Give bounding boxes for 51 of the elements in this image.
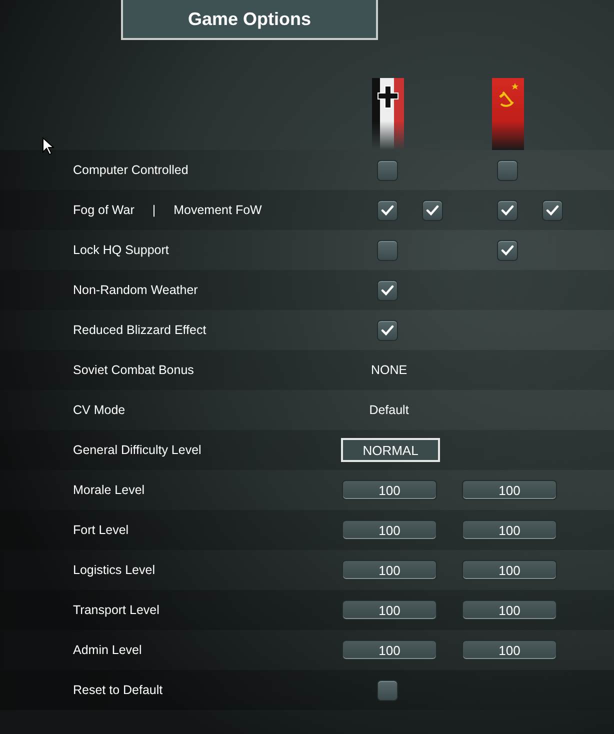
checkbox[interactable] — [377, 160, 398, 180]
mouse-cursor-icon — [42, 137, 54, 155]
checkbox[interactable] — [497, 200, 518, 220]
check-icon — [501, 204, 514, 216]
iron-cross-flag-icon — [372, 78, 404, 150]
option-label: Fog of War — [73, 203, 134, 217]
level-field[interactable]: 100 — [462, 480, 557, 500]
option-label: | — [152, 203, 156, 217]
checkbox[interactable] — [497, 240, 518, 260]
level-field[interactable]: 100 — [342, 640, 437, 660]
level-field[interactable]: 100 — [462, 640, 557, 660]
check-icon — [381, 324, 394, 336]
checkbox[interactable] — [542, 200, 563, 220]
level-field[interactable]: 100 — [462, 520, 557, 540]
checkbox[interactable] — [497, 160, 518, 180]
option-label: Transport Level — [73, 603, 160, 617]
option-label: Computer Controlled — [73, 163, 188, 177]
check-icon — [381, 204, 394, 216]
option-label: General Difficulty Level — [73, 443, 202, 457]
checkbox[interactable] — [377, 320, 398, 340]
check-icon — [426, 204, 439, 216]
option-label: Admin Level — [73, 643, 142, 657]
option-value: Default — [368, 403, 410, 417]
option-label: Movement FoW — [174, 203, 262, 217]
checkbox[interactable] — [377, 240, 398, 260]
option-value: NONE — [370, 363, 408, 377]
level-field[interactable]: 100 — [462, 600, 557, 620]
window-title: Game Options — [121, 0, 378, 40]
level-field[interactable]: 100 — [342, 560, 437, 580]
level-field[interactable]: 100 — [342, 480, 437, 500]
level-field[interactable]: 100 — [462, 560, 557, 580]
level-field[interactable]: 100 — [342, 600, 437, 620]
checkbox[interactable] — [377, 280, 398, 300]
hammer-sickle-flag-icon — [492, 78, 524, 150]
option-label: Reset to Default — [73, 683, 163, 697]
checkbox[interactable] — [377, 680, 398, 700]
option-label: Reduced Blizzard Effect — [73, 323, 206, 337]
option-label: CV Mode — [73, 403, 126, 417]
option-label: Logistics Level — [73, 563, 155, 577]
option-label: Soviet Combat Bonus — [73, 363, 194, 377]
check-icon — [546, 204, 559, 216]
option-label: Non-Random Weather — [73, 283, 198, 297]
checkbox[interactable] — [377, 200, 398, 220]
difficulty-button[interactable]: NORMAL — [341, 438, 440, 462]
check-icon — [381, 284, 394, 296]
checkbox[interactable] — [422, 200, 443, 220]
option-label: Lock HQ Support — [73, 243, 169, 257]
option-label: Morale Level — [73, 483, 145, 497]
level-field[interactable]: 100 — [342, 520, 437, 540]
option-label: Fort Level — [73, 523, 129, 537]
check-icon — [501, 244, 514, 256]
